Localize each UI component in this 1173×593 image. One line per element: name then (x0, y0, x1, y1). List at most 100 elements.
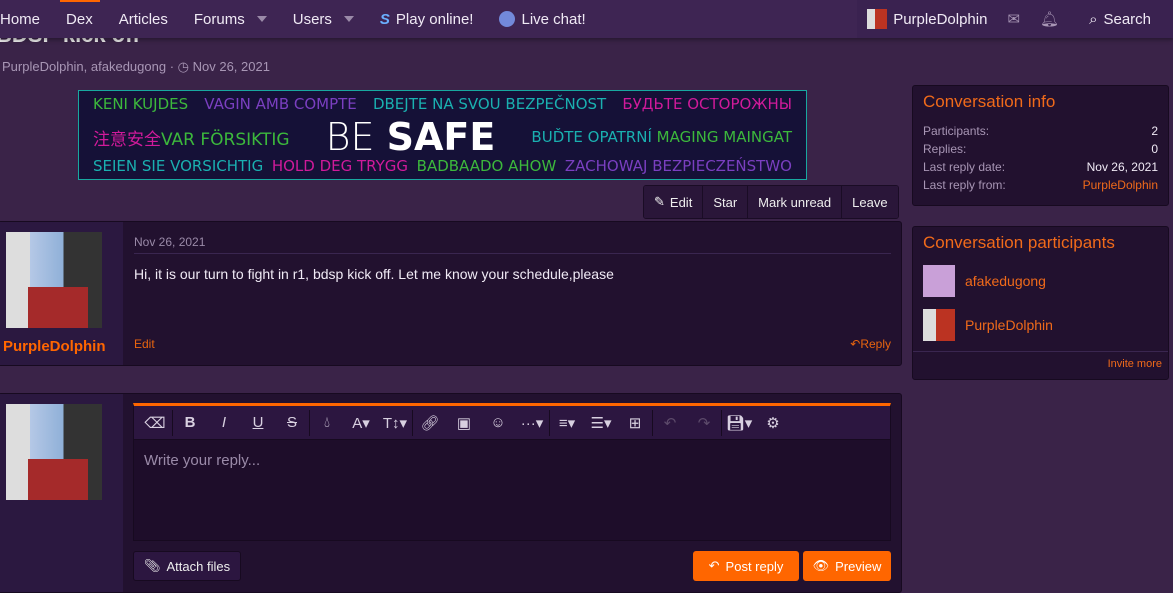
thread-participants[interactable]: PurpleDolphin, afakedugong (2, 59, 166, 74)
account-menu[interactable]: PurpleDolphin (857, 0, 998, 38)
be-safe-banner[interactable]: KENI KUJDES VAGIN AMB COMPTE DBEJTE NA SVO… (78, 90, 807, 180)
post-reply-button[interactable]: ↶ Post reply (693, 551, 799, 581)
banner-text: HOLD DEG TRYGG (271, 157, 409, 175)
conversation-participants: Conversation participants afakedugong Pu… (912, 226, 1169, 380)
strikethrough-icon[interactable]: S (275, 414, 309, 431)
star-button[interactable]: Star (703, 186, 749, 218)
reply-icon: ↶ (708, 558, 720, 573)
reply-input-placeholder[interactable]: Write your reply... (134, 440, 890, 481)
leave-button[interactable]: Leave (842, 186, 898, 218)
top-nav: Home Dex Articles Forums Users S Play onl… (0, 0, 1173, 38)
banner-text: VAGIN AMB COMPTE (204, 95, 357, 113)
nav-label: Users (292, 10, 332, 28)
button-label: Attach files (166, 558, 231, 574)
paperclip-icon: 📎︎ (144, 558, 161, 573)
link-icon[interactable]: 🔗︎ (413, 414, 447, 432)
username: PurpleDolphin (893, 10, 988, 28)
info-row: Participants: 2 (913, 122, 1168, 140)
font-icon[interactable]: A▾ (344, 414, 378, 432)
nav-dex[interactable]: Dex (53, 0, 106, 38)
invite-more-link[interactable]: Invite more (913, 351, 1168, 376)
preview-button[interactable]: 👁︎ Preview (803, 551, 891, 581)
smiley-icon[interactable]: ☺ (481, 414, 515, 431)
reply-icon: ↶ (850, 337, 861, 351)
avatar (6, 404, 102, 500)
image-icon[interactable]: ▣ (447, 414, 481, 432)
table-icon[interactable]: ⊞ (618, 414, 652, 432)
block-title: Conversation participants (923, 233, 1115, 252)
banner-text: KENI KUJDES (93, 95, 189, 113)
nav-play-online[interactable]: S Play online! (367, 0, 487, 38)
message-date[interactable]: Nov 26, 2021 (134, 235, 891, 254)
edit-link[interactable]: Edit (134, 337, 155, 351)
reply-editor[interactable]: ⌫ BIUS 💧︎ A▾ T↕▾ 🔗︎ ▣ ☺ ···▾ ≡▾ ☰▾ ⊞ ↶ ↷ 💾︎▾ ⚙ Wr… (133, 403, 891, 541)
nav-label: Articles (118, 10, 168, 28)
participant[interactable]: afakedugong (913, 259, 1168, 303)
discord-icon (499, 11, 516, 27)
redo-icon[interactable]: ↷ (687, 414, 721, 432)
nav-label: Home (0, 10, 41, 28)
underline-icon[interactable]: U (241, 414, 275, 431)
button-label: Star (713, 194, 738, 210)
showdown-icon: S (379, 10, 390, 28)
participant[interactable]: PurpleDolphin (913, 303, 1168, 347)
conversation-actions: ✎ Edit Star Mark unread Leave (643, 185, 899, 219)
thread-date: Nov 26, 2021 (192, 59, 270, 74)
nav-articles[interactable]: Articles (106, 0, 181, 38)
drafts-icon[interactable]: 💾︎▾ (722, 414, 756, 432)
info-value: 0 (1151, 142, 1158, 156)
message: PurpleDolphin Nov 26, 2021 Hi, it is our… (0, 221, 902, 366)
nav-label: Dex (66, 10, 93, 28)
info-value[interactable]: PurpleDolphin (1083, 176, 1158, 194)
reply-link[interactable]: ↶Reply (850, 337, 891, 351)
align-icon[interactable]: ≡▾ (550, 414, 584, 432)
chevron-down-icon[interactable] (256, 16, 267, 22)
search-label: Search (1103, 10, 1151, 28)
banner-text: BUĎTE OPATRNÍ (531, 128, 652, 146)
banner-text: DBEJTE NA SVOU BEZPEČNOST (372, 95, 607, 113)
list-icon[interactable]: ☰▾ (584, 414, 618, 432)
participant-name: afakedugong (965, 273, 1046, 289)
block-title: Conversation info (923, 92, 1056, 111)
editor-toolbar: ⌫ BIUS 💧︎ A▾ T↕▾ 🔗︎ ▣ ☺ ···▾ ≡▾ ☰▾ ⊞ ↶ ↷ 💾︎▾ ⚙ (134, 406, 890, 440)
chevron-down-icon[interactable] (343, 16, 354, 22)
username[interactable]: PurpleDolphin (3, 338, 106, 355)
font-size-icon[interactable]: T↕▾ (378, 414, 412, 432)
thread-meta: PurpleDolphin, afakedugong · ◷ Nov 26, 2… (2, 59, 270, 74)
attach-files-button[interactable]: 📎︎ Attach files (133, 551, 242, 581)
info-key: Last reply date: (923, 160, 1006, 174)
clear-format-icon[interactable]: ⌫ (138, 414, 172, 432)
banner-text: SEIEN SIE VORSICHTIG (93, 157, 264, 175)
message-body: Hi, it is our turn to fight in r1, bdsp … (134, 266, 614, 282)
color-icon[interactable]: 💧︎ (310, 414, 344, 431)
edit-button[interactable]: ✎ Edit (644, 186, 704, 218)
button-label: Leave (852, 194, 888, 210)
search-button[interactable]: ⌕ Search (1079, 0, 1173, 38)
info-value: Nov 26, 2021 (1086, 160, 1158, 174)
info-row: Last reply date: Nov 26, 2021 (913, 158, 1168, 176)
banner-text: 注意安全 (93, 129, 161, 150)
info-key: Last reply from: (923, 178, 1006, 192)
nav-live-chat[interactable]: Live chat! (486, 0, 598, 38)
banner-be: BE (325, 115, 375, 159)
nav-users[interactable]: Users (280, 0, 367, 38)
more-icon[interactable]: ···▾ (515, 414, 549, 432)
avatar[interactable] (6, 232, 102, 328)
mark-unread-button[interactable]: Mark unread (748, 186, 843, 218)
conversation-info: Conversation info Participants: 2 Replies… (912, 85, 1169, 206)
edit-icon: ✎ (654, 194, 665, 209)
italic-icon[interactable]: I (207, 414, 241, 431)
message-user: PurpleDolphin (0, 222, 123, 365)
nav-home[interactable]: Home (0, 0, 53, 38)
inbox-icon[interactable]: ✉ (997, 0, 1031, 38)
undo-icon[interactable]: ↶ (653, 414, 687, 432)
nav-label: Play online! (395, 10, 474, 28)
reply-label: Reply (860, 337, 891, 351)
banner-text: MAGING MAINGAT (656, 128, 792, 146)
bell-icon[interactable]: 🔔︎ (1030, 0, 1080, 38)
participant-name: PurpleDolphin (965, 317, 1053, 333)
nav-forums[interactable]: Forums (181, 0, 280, 38)
settings-icon[interactable]: ⚙ (756, 414, 790, 432)
avatar (867, 9, 888, 29)
bold-icon[interactable]: B (173, 414, 207, 431)
